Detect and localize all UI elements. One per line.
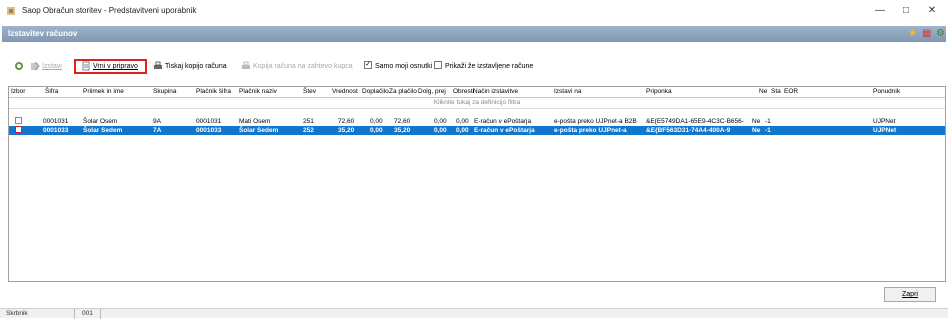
samo-moji-checkbox[interactable]: ✓ Samo moji osnutki xyxy=(364,60,432,74)
status-user: Skrbnik xyxy=(6,310,28,317)
cell-ponudnik: UJPNet xyxy=(873,118,896,125)
star-icon[interactable]: ★ xyxy=(908,29,917,39)
col-izstavi-na[interactable]: Izstavi na xyxy=(554,88,581,95)
app-icon xyxy=(7,7,15,15)
cell-placnik-sifra: 0001031 xyxy=(196,118,222,125)
col-stev[interactable]: Štev xyxy=(303,88,316,95)
cell-sta: -1 xyxy=(765,127,771,134)
print-disabled-icon xyxy=(242,61,250,70)
col-placnik-sifra[interactable]: Plačnik šifra xyxy=(196,88,231,95)
table-row[interactable]: 0001033 Šolar Sedem 7A 0001033 Šolar Sed… xyxy=(9,126,945,135)
print-icon xyxy=(154,61,162,70)
cell-stev: 251 xyxy=(303,118,314,125)
prikazi-checkbox[interactable]: Prikaži že izstavljene račune xyxy=(434,60,533,74)
cell-sifra: 0001033 xyxy=(43,127,69,134)
refresh-button[interactable] xyxy=(14,60,26,74)
cell-skupina: 9A xyxy=(153,118,161,125)
prikazi-label: Prikaži že izstavljene račune xyxy=(445,63,534,70)
col-obresti[interactable]: Obresti xyxy=(453,88,474,95)
col-sifra[interactable]: Šifra xyxy=(45,88,58,95)
kopija-kupca-label: Kopija računa na zahtevo kupca xyxy=(253,63,353,70)
col-eor[interactable]: EOR xyxy=(784,88,798,95)
title-bar: Saop Obračun storitev - Predstavitveni u… xyxy=(0,0,948,24)
settings-icon[interactable]: ⚙ xyxy=(936,29,945,39)
cell-sifra: 0001031 xyxy=(43,118,69,125)
cell-izstavi-na: e-pošta preko UJPnet-a B2B xyxy=(554,118,637,125)
col-ne[interactable]: Ne xyxy=(759,88,767,95)
status-code: 001 xyxy=(82,310,93,317)
maximize-button[interactable]: □ xyxy=(896,3,916,19)
cell-ponudnik: UJPNet xyxy=(873,127,897,134)
tiskaj-kopijo-button[interactable]: Tiskaj kopijo računa xyxy=(153,60,227,74)
cell-doplacilo: 0,00 xyxy=(370,118,383,125)
col-skupina[interactable]: Skupina xyxy=(153,88,177,95)
cell-placnik-naziv: Mati Osem xyxy=(239,118,271,125)
cell-placnik-naziv: Šolar Sedem xyxy=(239,127,279,134)
col-priimek[interactable]: Priimek in ime xyxy=(83,88,124,95)
filter-row[interactable]: Kliknite tukaj za definicijo filtra xyxy=(9,98,945,109)
filter-hint[interactable]: Kliknite tukaj za definicijo filtra xyxy=(9,99,945,106)
row-checkbox[interactable] xyxy=(15,126,22,133)
table-row[interactable]: 0001031 Šolar Osem 9A 0001031 Mati Osem … xyxy=(9,117,945,126)
cell-ime: Šolar Sedem xyxy=(83,127,123,134)
cell-za-placilo: 72,60 xyxy=(394,118,411,125)
col-priponka[interactable]: Priponka xyxy=(646,88,672,95)
col-dolg[interactable]: Dolg, prej xyxy=(418,88,446,95)
cell-izstavi-na: e-pošta preko UJPnet-a xyxy=(554,127,627,134)
samo-moji-label: Samo moji osnutki xyxy=(375,63,433,70)
cell-priponka: &E{BF563D31-74A4-400A-9 xyxy=(646,127,731,134)
cell-doplacilo: 0,00 xyxy=(370,127,383,134)
col-izbor[interactable]: Izbor xyxy=(11,88,25,95)
cell-stev: 252 xyxy=(303,127,314,134)
col-sta[interactable]: Sta xyxy=(771,88,781,95)
col-ponudnik[interactable]: Ponudnik xyxy=(873,88,900,95)
minimize-button[interactable]: — xyxy=(870,3,890,19)
highlight-box xyxy=(74,59,147,74)
col-vrednost[interactable]: Vrednost xyxy=(332,88,358,95)
prikazi-check[interactable] xyxy=(434,61,442,70)
cell-obresti: 0,00 xyxy=(456,118,469,125)
cell-sta: -1 xyxy=(765,118,771,125)
issue-icon xyxy=(31,61,40,71)
cell-skupina: 7A xyxy=(153,127,162,134)
cell-dolg: 0,00 xyxy=(434,118,447,125)
cell-za-placilo: 35,20 xyxy=(394,127,411,134)
kopija-kupca-button[interactable]: Kopija računa na zahtevo kupca xyxy=(241,60,353,74)
samo-moji-check[interactable]: ✓ xyxy=(364,61,372,70)
refresh-icon xyxy=(15,62,23,71)
izstavi-button[interactable]: Izstavi xyxy=(30,60,62,74)
close-window-button[interactable]: ✕ xyxy=(922,3,942,19)
section-header: Izstavitev računov ★ ▦ ⚙ xyxy=(2,26,946,42)
row-checkbox[interactable] xyxy=(15,117,22,124)
zapri-label: Zapri xyxy=(902,291,918,298)
cell-vrednost: 72,60 xyxy=(338,118,355,125)
cell-priponka: &E{E5749DA1-65E9-4C3C-B656- xyxy=(646,118,744,125)
window-title: Saop Obračun storitev - Predstavitveni u… xyxy=(22,6,197,15)
cell-dolg: 0,00 xyxy=(434,127,447,134)
col-doplacilo[interactable]: Doplačilo xyxy=(362,88,389,95)
section-title: Izstavitev računov xyxy=(8,29,78,38)
document-icon[interactable]: ▦ xyxy=(922,29,931,39)
col-za-placilo[interactable]: Za plačilo xyxy=(389,88,417,95)
cell-nacin: E-račun v ePoštarja xyxy=(474,127,535,134)
izstavi-label: Izstavi xyxy=(42,63,62,70)
col-placnik-naziv[interactable]: Plačnik naziv xyxy=(239,88,277,95)
cell-vrednost: 35,20 xyxy=(338,127,355,134)
grid-header: Izbor Šifra Priimek in ime Skupina Plačn… xyxy=(9,87,945,98)
zapri-button[interactable]: Zapri xyxy=(884,287,936,302)
cell-ime: Šolar Osem xyxy=(83,118,118,125)
tiskaj-label: Tiskaj kopijo računa xyxy=(165,63,227,70)
status-bar: Skrbnik 001 xyxy=(0,308,948,319)
cell-obresti: 0,00 xyxy=(456,127,469,134)
invoice-grid[interactable]: Izbor Šifra Priimek in ime Skupina Plačn… xyxy=(8,86,946,282)
cell-ne: Ne xyxy=(752,127,761,134)
cell-placnik-sifra: 0001033 xyxy=(196,127,222,134)
cell-nacin: E-račun v ePoštarja xyxy=(474,118,532,125)
cell-ne: Ne xyxy=(752,118,761,125)
col-nacin[interactable]: Način izstavitve xyxy=(473,88,518,95)
